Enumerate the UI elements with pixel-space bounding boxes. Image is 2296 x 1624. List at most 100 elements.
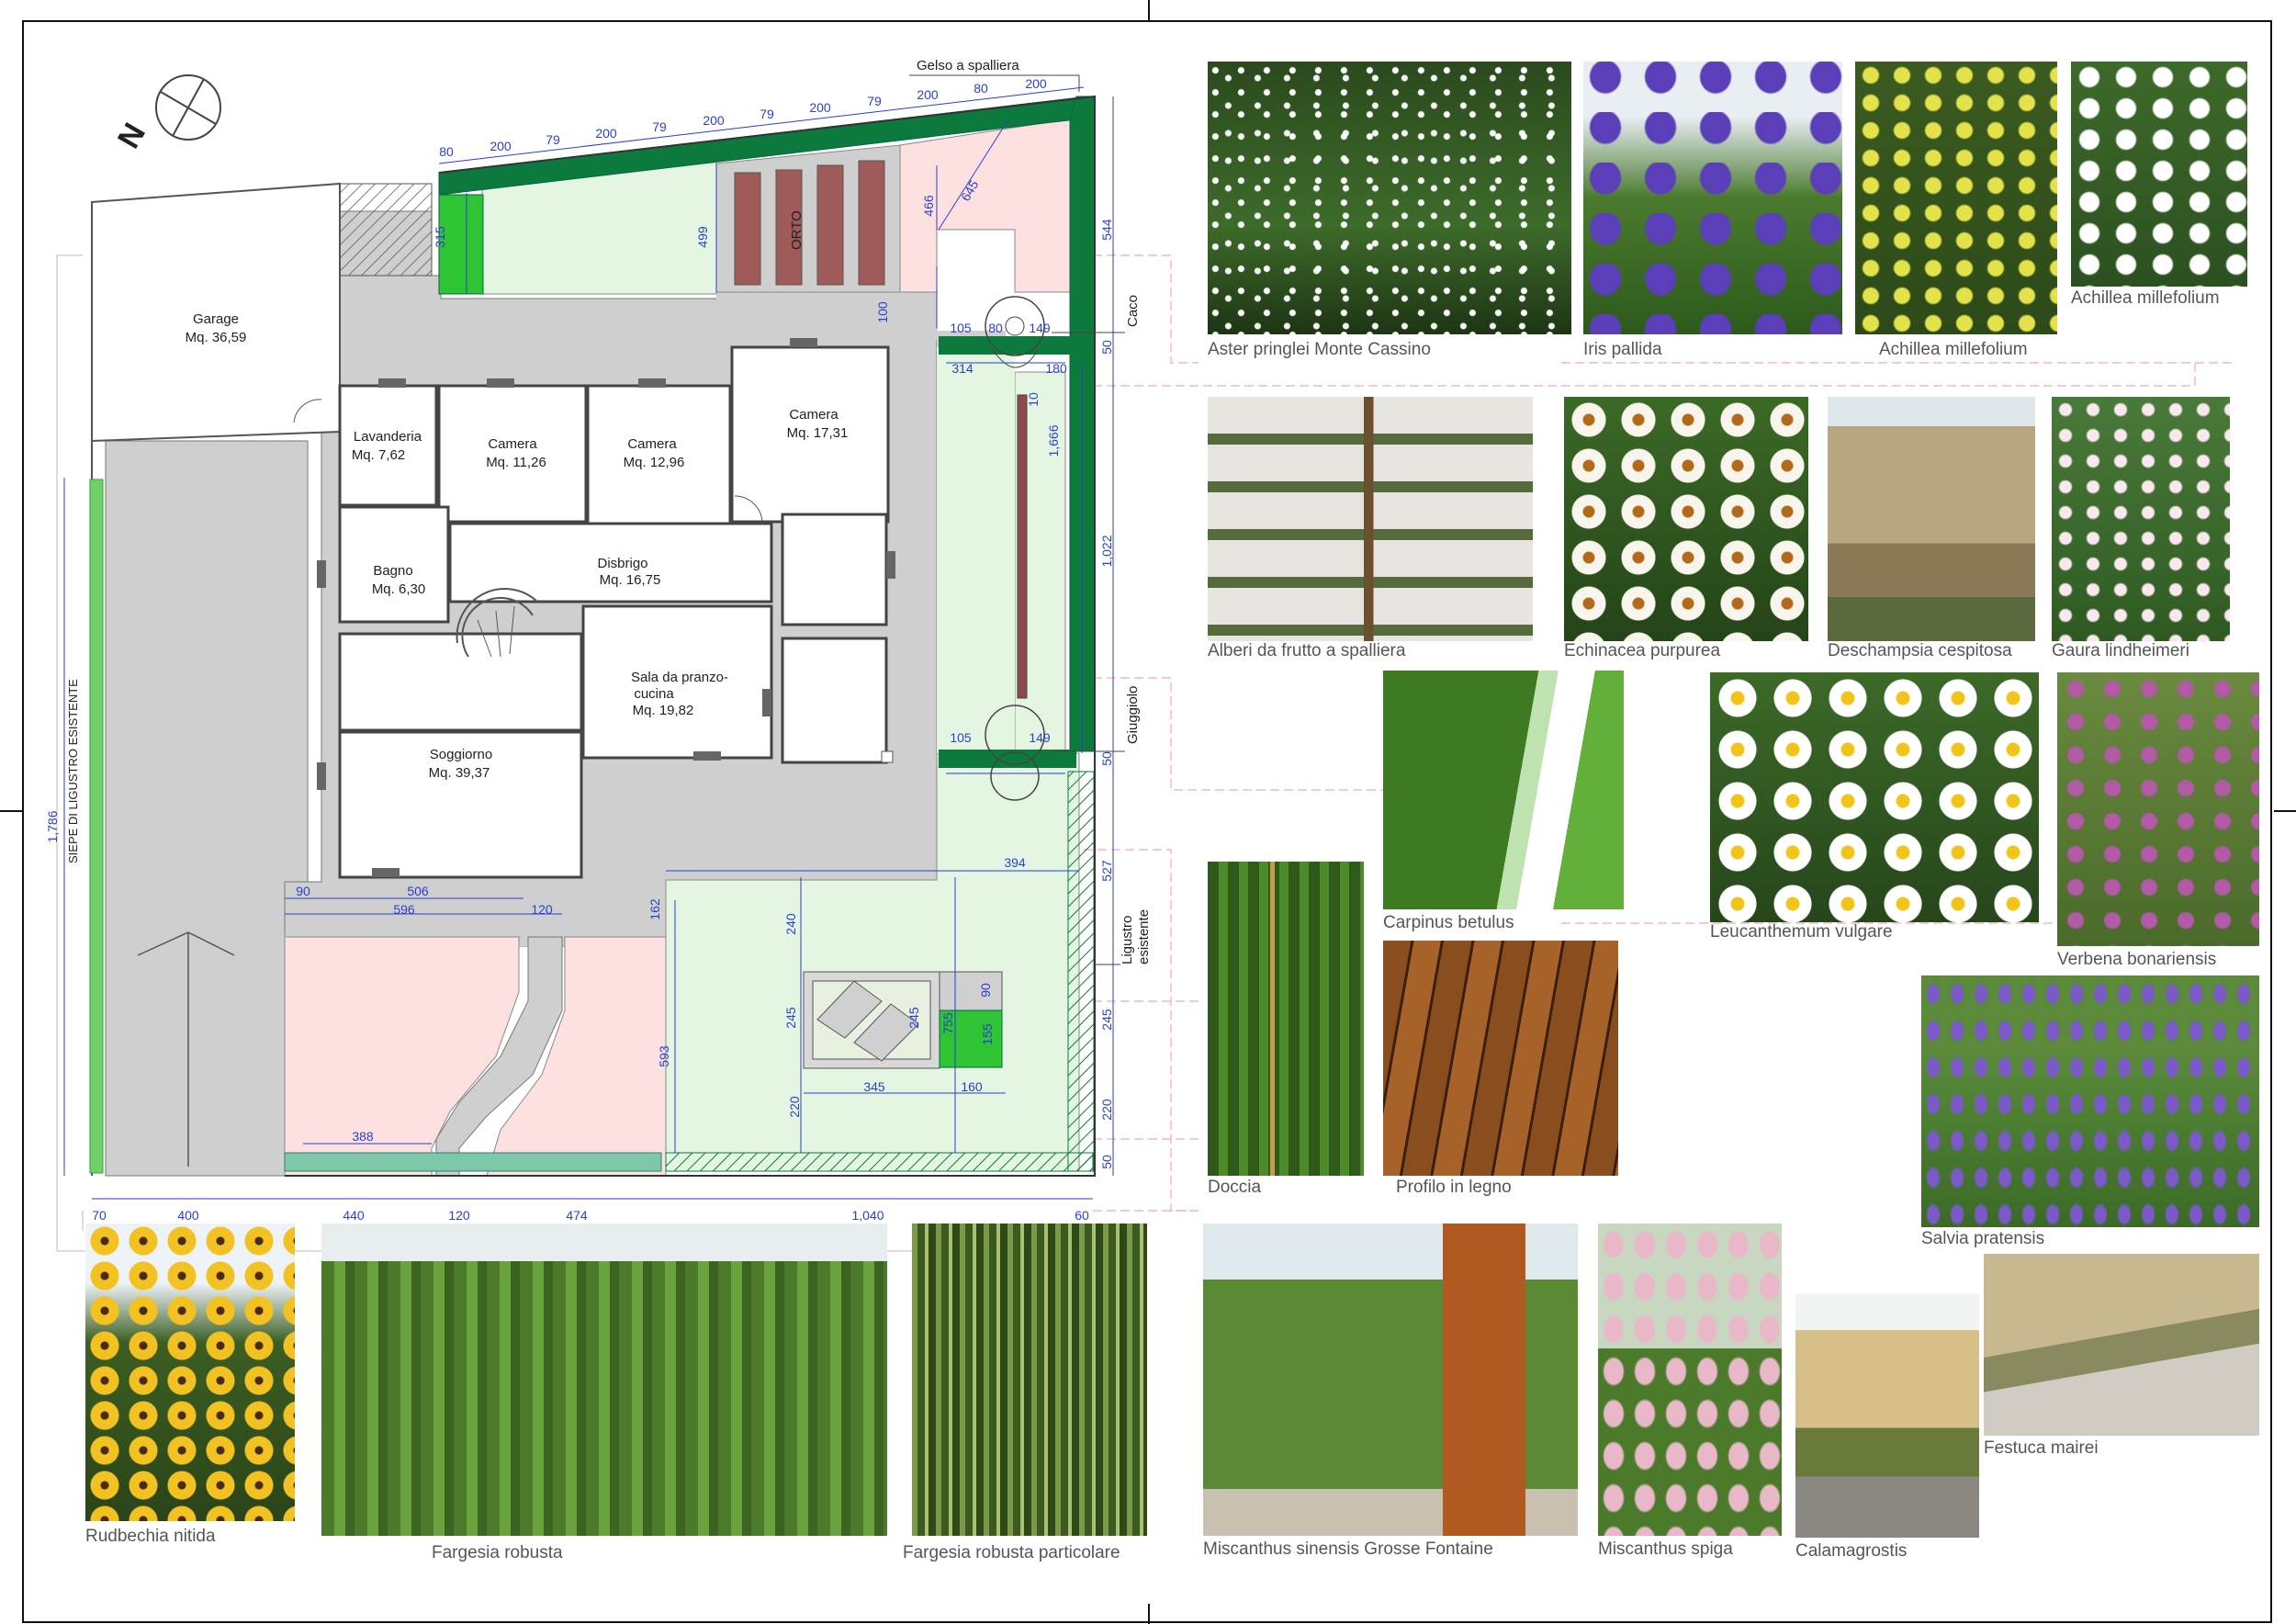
miscanthus-photo (1203, 1224, 1578, 1536)
svg-text:200: 200 (595, 126, 617, 141)
room-name: Camera (627, 436, 677, 452)
daisy-photo (1710, 672, 2039, 922)
svg-text:149: 149 (1029, 321, 1051, 335)
caption-achillea-white: Achillea millefolium (2071, 288, 2220, 308)
svg-text:80: 80 (988, 321, 1003, 335)
ligustro-label-2: esistente (1136, 909, 1152, 964)
photo-fargesia-detail (912, 1224, 1147, 1536)
svg-text:120: 120 (448, 1208, 470, 1223)
photo-salvia (1921, 976, 2259, 1227)
room-name: Camera (789, 407, 838, 423)
svg-text:155: 155 (980, 1023, 995, 1045)
room-area: Mq. 12,96 (624, 455, 685, 470)
caption-festuca: Festuca mairei (1984, 1438, 2099, 1458)
svg-text:50: 50 (1099, 1155, 1114, 1169)
svg-text:314: 314 (951, 361, 974, 376)
photo-aster (1208, 62, 1571, 334)
room-area: Mq. 7,62 (352, 447, 405, 463)
caption-aster: Aster pringlei Monte Cassino (1208, 340, 1431, 359)
svg-text:245: 245 (906, 1007, 921, 1029)
room-area: Mq. 36,59 (186, 330, 247, 345)
svg-text:1,022: 1,022 (1099, 535, 1114, 567)
svg-text:120: 120 (531, 902, 553, 917)
room-name: Soggiorno (430, 747, 492, 762)
svg-text:50: 50 (1099, 751, 1114, 766)
svg-text:79: 79 (760, 107, 774, 121)
photo-fargesia (321, 1224, 887, 1536)
room-area: cucina (634, 686, 674, 702)
ligustro-label: Ligustro (1120, 916, 1135, 964)
room-area: Mq. 19,82 (633, 703, 694, 718)
photo-echinacea (1564, 397, 1808, 641)
espalier-tree-photo (1208, 397, 1533, 641)
photo-verbena (2057, 672, 2259, 946)
svg-text:400: 400 (177, 1208, 199, 1223)
caption-echinacea: Echinacea purpurea (1564, 641, 1721, 660)
svg-text:80: 80 (974, 81, 988, 96)
caption-iris: Iris pallida (1583, 340, 1662, 359)
yellow-achillea-photo (1855, 62, 2057, 334)
caption-verbena: Verbena bonariensis (2057, 950, 2217, 969)
salvia-photo (1921, 976, 2259, 1227)
room-name: Lavanderia (354, 429, 422, 445)
caption-deschampsia: Deschampsia cespitosa (1828, 641, 2012, 660)
svg-text:1,666: 1,666 (1046, 424, 1061, 457)
svg-text:474: 474 (566, 1208, 588, 1223)
photo-doccia (1208, 862, 1364, 1176)
caption-calamagrostis: Calamagrostis (1795, 1541, 1908, 1561)
svg-text:100: 100 (875, 301, 890, 323)
room-name: Garage (193, 311, 239, 327)
room-name: Bagno (373, 563, 412, 579)
photo-achillea-yellow (1855, 62, 2057, 334)
svg-text:200: 200 (917, 87, 939, 102)
room-area: Mq. 16,75 (600, 572, 661, 588)
photo-achillea-white (2071, 62, 2247, 287)
caption-doccia: Doccia (1208, 1178, 1262, 1197)
wood-photo (1383, 941, 1618, 1176)
caption-rudbeckia: Rudbechia nitida (85, 1527, 216, 1546)
orto-label: ORTO (789, 210, 805, 250)
svg-text:200: 200 (490, 139, 512, 153)
svg-text:80: 80 (439, 144, 454, 159)
photo-rudbeckia (85, 1224, 295, 1521)
festuca-photo (1984, 1254, 2259, 1436)
caption-fargesia-detail: Fargesia robusta particolare (903, 1543, 1120, 1562)
svg-text:315: 315 (433, 226, 447, 248)
svg-text:596: 596 (393, 902, 415, 917)
room-area: Mq. 6,30 (372, 581, 425, 597)
svg-text:527: 527 (1099, 860, 1114, 882)
svg-text:162: 162 (647, 898, 662, 920)
photo-profilo-legno (1383, 941, 1618, 1176)
svg-text:388: 388 (352, 1129, 374, 1144)
svg-text:50: 50 (1099, 340, 1114, 355)
room-name: Camera (488, 436, 537, 452)
caption-leucanthemum: Leucanthemum vulgare (1710, 922, 1893, 942)
svg-text:60: 60 (1075, 1208, 1089, 1223)
caption-achillea-yellow: Achillea millefolium (1879, 340, 2028, 359)
caption-miscanthus-spiga: Miscanthus spiga (1598, 1539, 1733, 1559)
echinacea-photo (1564, 397, 1808, 641)
room-area: Mq. 11,26 (486, 455, 546, 470)
svg-text:1,786: 1,786 (45, 810, 60, 842)
svg-text:499: 499 (695, 226, 710, 248)
photo-miscanthus (1203, 1224, 1578, 1536)
caption-gaura: Gaura lindheimeri (2052, 641, 2189, 660)
miscanthus-plume-photo (1598, 1224, 1782, 1536)
room-area: Mq. 17,31 (787, 425, 849, 441)
north-label: N (111, 118, 152, 154)
svg-text:544: 544 (1099, 219, 1114, 241)
svg-text:200: 200 (809, 100, 831, 115)
siepe-label: SIEPE DI LIGUSTRO ESISTENTE (66, 679, 80, 863)
photo-calamagrostis (1795, 1293, 1979, 1538)
svg-text:466: 466 (921, 195, 936, 217)
svg-text:245: 245 (783, 1007, 798, 1029)
svg-text:394: 394 (1004, 855, 1026, 870)
svg-text:200: 200 (703, 113, 725, 128)
svg-text:345: 345 (863, 1079, 885, 1094)
svg-text:200: 200 (1025, 76, 1047, 91)
verbena-photo (2057, 672, 2259, 946)
deschampsia-photo (1828, 397, 2035, 641)
caption-profilo-legno: Profilo in legno (1396, 1178, 1512, 1197)
deck-unit (803, 971, 1003, 1069)
svg-text:180: 180 (1045, 361, 1067, 376)
